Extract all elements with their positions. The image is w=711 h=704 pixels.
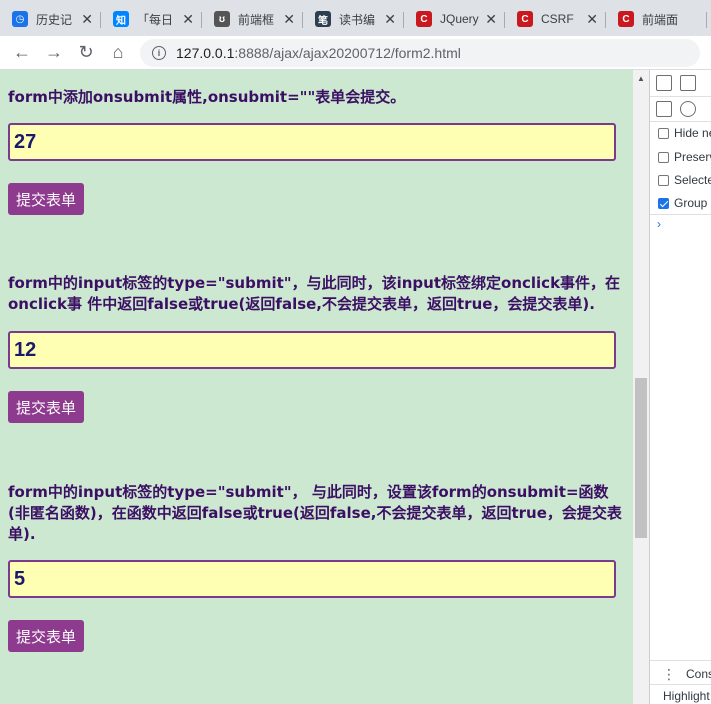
checkbox[interactable]: [658, 174, 669, 186]
tab-title: 前端框: [238, 12, 275, 27]
browser-tab[interactable]: 笔 读书编 ✕: [303, 2, 404, 36]
option-selected-context[interactable]: Selecte: [650, 171, 711, 189]
tab-title: 「每日: [137, 12, 174, 27]
option-label: Group s: [674, 196, 711, 210]
submit-form-button[interactable]: 提交表单: [8, 391, 85, 423]
more-options-icon[interactable]: ⋮: [662, 666, 676, 683]
form-section: form中添加onsubmit属性,onsubmit=""表单会提交。: [8, 87, 624, 108]
sidebar-toggle-icon[interactable]: [656, 101, 672, 117]
tab-title: CSRF: [541, 12, 574, 26]
reload-icon[interactable]: ↻: [70, 39, 102, 67]
option-label: Hide ne: [674, 126, 711, 140]
option-label: Preserv: [674, 150, 711, 164]
back-icon[interactable]: ←: [6, 39, 38, 67]
close-tab-icon[interactable]: ✕: [283, 11, 295, 28]
option-preserve-log[interactable]: Preserv: [650, 148, 711, 166]
divider: [650, 214, 711, 215]
option-group-similar[interactable]: Group s: [650, 194, 711, 212]
history-favicon-icon: ◷: [12, 11, 28, 27]
zhihu-favicon-icon: 知: [113, 11, 129, 27]
forward-icon[interactable]: →: [38, 39, 70, 67]
devtools-panel: Hide ne Preserv Selecte Group s › ⋮ Cons…: [649, 70, 711, 704]
browser-tab[interactable]: ◷ 历史记 ✕: [0, 2, 101, 36]
close-tab-icon[interactable]: ✕: [384, 11, 396, 28]
divider: [650, 121, 711, 122]
checkbox[interactable]: [658, 127, 669, 139]
close-tab-icon[interactable]: ✕: [81, 11, 93, 28]
browser-tab[interactable]: C JQuery ✕: [404, 2, 505, 36]
number-input[interactable]: 5: [8, 560, 616, 598]
number-input[interactable]: 12: [8, 331, 616, 369]
drawer-content: Highlight: [650, 688, 711, 704]
drawer-tabbar: ⋮ Conso: [650, 664, 711, 684]
option-label: Selecte: [674, 173, 711, 187]
console-prompt-icon: ›: [657, 217, 661, 231]
browser-tab[interactable]: C CSRF ✕: [505, 2, 606, 36]
device-toggle-icon[interactable]: [680, 75, 696, 91]
csdn-favicon-icon: C: [618, 11, 634, 27]
framework-favicon-icon: ʊ: [214, 11, 230, 27]
home-icon[interactable]: ⌂: [102, 39, 134, 67]
console-toolbar: [650, 100, 711, 118]
drawer-tab-console[interactable]: Conso: [686, 667, 711, 681]
section-description: form中的input标签的type="submit"， 与此同时，设置该for…: [8, 483, 622, 543]
divider: [650, 96, 711, 97]
tab-strip: ◷ 历史记 ✕ 知 「每日 ✕ ʊ 前端框 ✕ 笔 读书编 ✕ C JQuery…: [0, 0, 711, 36]
option-hide-network[interactable]: Hide ne: [650, 124, 711, 142]
browser-tab[interactable]: ʊ 前端框 ✕: [202, 2, 303, 36]
inspect-element-icon[interactable]: [656, 75, 672, 91]
address-bar[interactable]: i 127.0.0.1:8888/ajax/ajax20200712/form2…: [140, 38, 700, 67]
scroll-thumb[interactable]: [635, 378, 647, 538]
page-viewport: form中添加onsubmit属性,onsubmit=""表单会提交。 27 提…: [0, 70, 633, 704]
tab-title: 历史记: [36, 12, 73, 27]
tab-title: JQuery: [440, 12, 479, 26]
url-path: :8888/ajax/ajax20200712/form2.html: [234, 44, 461, 61]
number-input[interactable]: 27: [8, 123, 616, 161]
csdn-favicon-icon: C: [517, 11, 533, 27]
divider: [650, 684, 711, 685]
devtools-toolbar: [650, 74, 711, 92]
checkbox[interactable]: [658, 151, 669, 163]
close-tab-icon[interactable]: ✕: [485, 11, 497, 28]
tab-title: 读书编: [339, 12, 376, 27]
notes-favicon-icon: 笔: [315, 11, 331, 27]
section-description: form中的input标签的type="submit"，与此同时，该input标…: [8, 274, 621, 313]
divider: [650, 660, 711, 661]
browser-toolbar: ← → ↻ ⌂ i 127.0.0.1:8888/ajax/ajax202007…: [0, 36, 711, 70]
section-description: form中添加onsubmit属性,onsubmit=""表单会提交。: [8, 88, 406, 106]
tab-title: 前端面: [642, 12, 679, 27]
url-host: 127.0.0.1: [176, 44, 235, 61]
checkbox-checked[interactable]: [658, 197, 669, 209]
submit-form-button[interactable]: 提交表单: [8, 183, 85, 215]
site-info-icon[interactable]: i: [152, 45, 166, 60]
form-section: form中的input标签的type="submit"，与此同时，该input标…: [8, 273, 624, 315]
close-tab-icon[interactable]: ✕: [586, 11, 598, 28]
csdn-favicon-icon: C: [416, 11, 432, 27]
page-scrollbar[interactable]: ▲: [633, 70, 649, 704]
console-prompt-row[interactable]: ›: [650, 216, 711, 232]
clear-console-icon[interactable]: [680, 101, 696, 117]
browser-tab[interactable]: 知 「每日 ✕: [101, 2, 202, 36]
close-tab-icon[interactable]: ✕: [182, 11, 194, 28]
submit-form-button[interactable]: 提交表单: [8, 620, 85, 652]
highlight-label: Highlight: [663, 689, 710, 703]
form-section: form中的input标签的type="submit"， 与此同时，设置该for…: [8, 482, 624, 545]
browser-tab[interactable]: C 前端面: [606, 2, 707, 36]
scroll-up-arrow-icon[interactable]: ▲: [633, 70, 649, 86]
